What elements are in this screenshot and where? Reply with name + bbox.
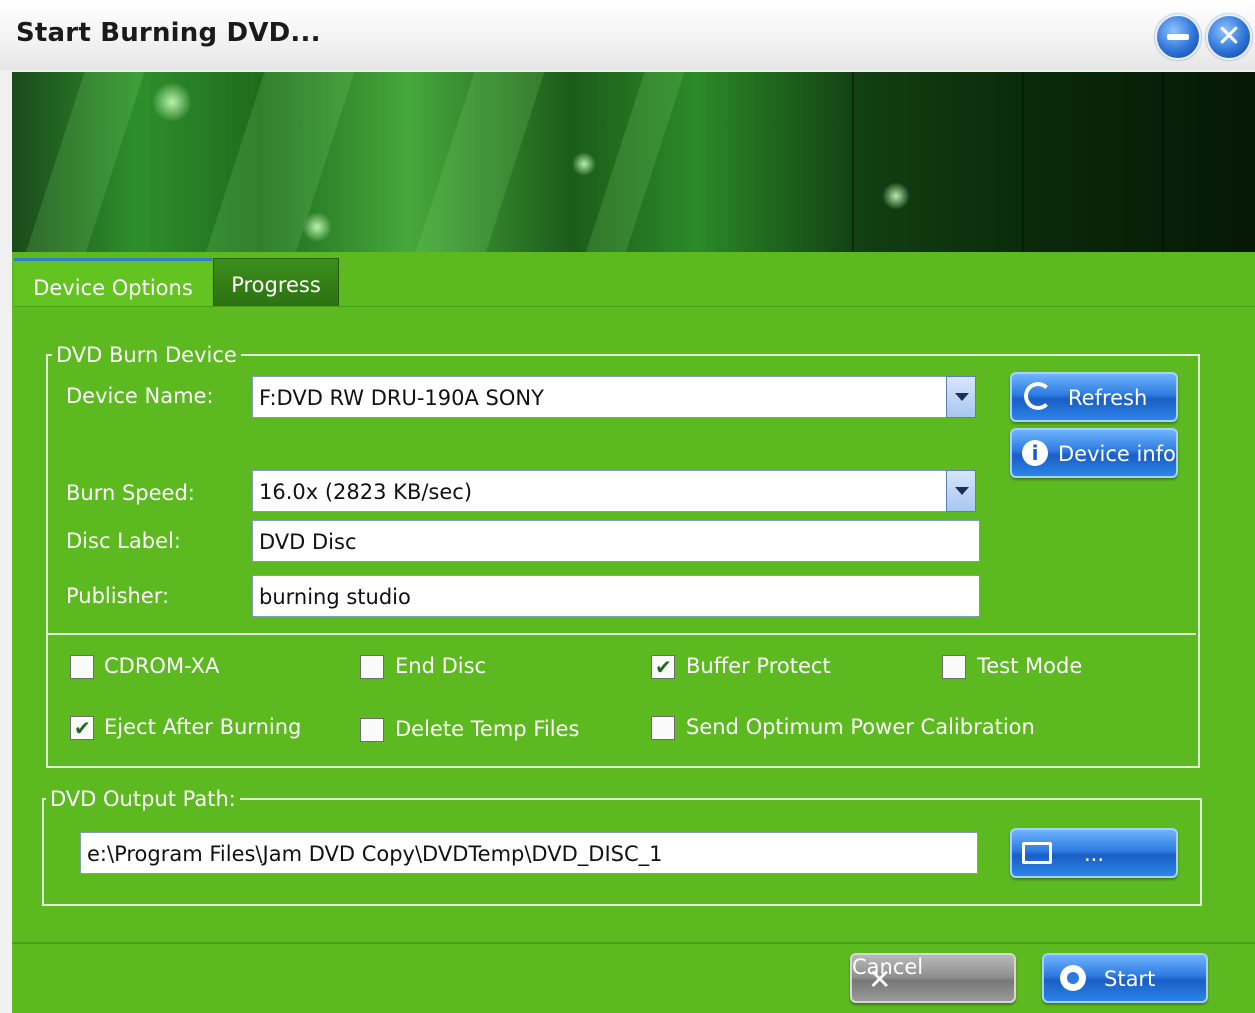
burn-speed-select[interactable]: 16.0x (2823 KB/sec) (252, 470, 948, 512)
burn-speed-label: Burn Speed: (66, 481, 195, 505)
output-path-input[interactable]: e:\Program Files\Jam DVD Copy\DVDTemp\DV… (80, 832, 978, 874)
chevron-down-icon (955, 393, 969, 401)
dvd-output-path-legend: DVD Output Path: (46, 787, 240, 811)
disc-label-input[interactable]: DVD Disc (252, 520, 980, 562)
refresh-icon (1024, 382, 1052, 410)
disc-icon (1060, 965, 1086, 991)
buffer-protect-checkbox[interactable]: ✔ (651, 655, 675, 679)
burn-dvd-window: Start Burning DVD... ✕ Device Options Pr… (0, 0, 1255, 1013)
dvd-burn-device-legend: DVD Burn Device (52, 343, 241, 367)
browse-folder-button[interactable]: ... (1010, 828, 1178, 878)
title-bar[interactable]: Start Burning DVD... ✕ (0, 0, 1255, 70)
refresh-button[interactable]: Refresh (1010, 372, 1178, 422)
cancel-x-icon: ✕ (868, 963, 892, 996)
minimize-icon (1167, 34, 1189, 40)
options-divider (46, 633, 1196, 635)
end-disc-label: End Disc (395, 654, 487, 678)
buffer-protect-label: Buffer Protect (686, 654, 831, 678)
publisher-input[interactable]: burning studio (252, 575, 980, 617)
footer-divider (12, 942, 1255, 944)
publisher-label: Publisher: (66, 584, 170, 608)
device-name-label: Device Name: (66, 384, 214, 408)
end-disc-checkbox[interactable] (360, 655, 384, 679)
header-banner-image (12, 72, 1255, 252)
close-button[interactable]: ✕ (1206, 14, 1252, 60)
disc-label-label: Disc Label: (66, 529, 181, 553)
device-info-button[interactable]: i Device info (1010, 428, 1178, 478)
delete-temp-files-checkbox[interactable] (360, 718, 384, 742)
cdrom-xa-checkbox[interactable] (70, 655, 94, 679)
send-optimum-power-calibration-checkbox[interactable] (651, 716, 675, 740)
eject-after-burning-label: Eject After Burning (104, 715, 302, 739)
checkmark-icon: ✔ (655, 655, 672, 679)
test-mode-checkbox[interactable] (942, 655, 966, 679)
device-name-select[interactable]: F:DVD RW DRU-190A SONY (252, 376, 948, 418)
info-icon: i (1022, 440, 1048, 466)
burn-speed-dropdown-button[interactable] (946, 470, 976, 512)
delete-temp-files-label: Delete Temp Files (395, 717, 580, 741)
chevron-down-icon (955, 487, 969, 495)
folder-icon (1022, 842, 1052, 864)
device-info-label: Device info (1058, 442, 1176, 466)
start-button[interactable]: Start (1042, 953, 1208, 1003)
cancel-button[interactable]: ✕ Cancel (850, 953, 1016, 1003)
test-mode-label: Test Mode (977, 654, 1083, 678)
cdrom-xa-label: CDROM-XA (104, 654, 220, 678)
device-name-dropdown-button[interactable] (946, 376, 976, 418)
start-label: Start (1104, 967, 1156, 991)
eject-after-burning-checkbox[interactable]: ✔ (70, 716, 94, 740)
refresh-label: Refresh (1068, 386, 1148, 410)
close-icon: ✕ (1216, 19, 1242, 54)
window-title: Start Burning DVD... (16, 18, 321, 48)
send-optimum-power-calibration-label: Send Optimum Power Calibration (686, 715, 1035, 739)
browse-label: ... (1084, 842, 1105, 866)
minimize-button[interactable] (1155, 14, 1201, 60)
checkmark-icon: ✔ (74, 716, 91, 740)
